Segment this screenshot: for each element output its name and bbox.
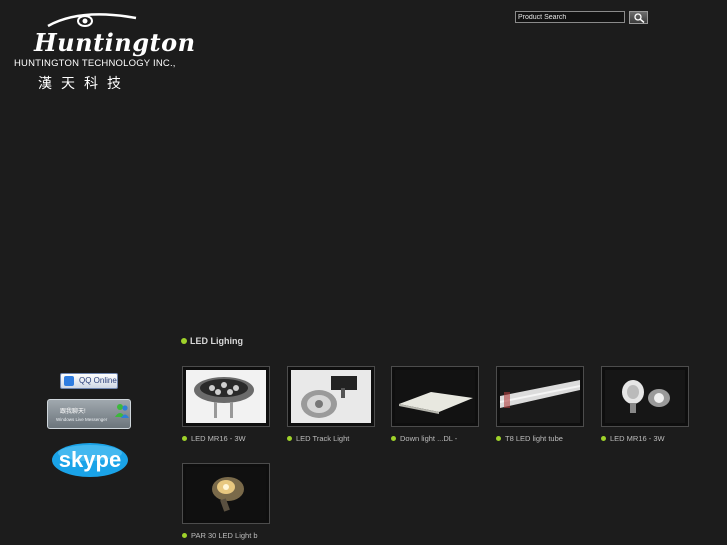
- msn-buddy-icon: [115, 404, 129, 418]
- skype-button[interactable]: skype: [50, 441, 130, 479]
- qq-label: QQ Online: [79, 376, 117, 385]
- product-caption[interactable]: PAR 30 LED Light b: [182, 531, 258, 540]
- section-title: LED Lighing: [181, 336, 243, 346]
- bullet-icon: [182, 435, 187, 441]
- product-thumbnail[interactable]: [496, 366, 584, 427]
- magnifier-icon: [634, 13, 645, 23]
- bullet-icon: [496, 435, 501, 441]
- msn-chat-button[interactable]: 跟我聊天! Windows Live Messenger: [47, 399, 131, 429]
- product-caption[interactable]: LED MR16 - 3W: [182, 434, 246, 443]
- product-image: [500, 370, 580, 423]
- product-image: [186, 370, 266, 423]
- product-caption-text: LED Track Light: [296, 434, 350, 443]
- product-image: [291, 370, 371, 423]
- product-caption[interactable]: LED Track Light: [287, 434, 349, 443]
- product-image: [395, 370, 475, 423]
- skype-label: skype: [59, 447, 121, 472]
- bullet-icon: [182, 532, 187, 538]
- product-caption[interactable]: T8 LED light tube: [496, 434, 563, 443]
- product-image: [605, 370, 685, 423]
- company-chinese-name: 漢天科技: [38, 75, 130, 91]
- product-thumbnail[interactable]: [182, 366, 270, 427]
- msn-brand-text: Windows Live Messenger: [56, 417, 108, 422]
- product-caption-text: PAR 30 LED Light b: [191, 531, 258, 540]
- skype-icon: skype: [52, 443, 128, 477]
- product-caption[interactable]: LED MR16 - 3W: [601, 434, 665, 443]
- bullet-icon: [287, 435, 292, 441]
- product-caption-text: Down light ...DL -: [400, 434, 458, 443]
- search-input[interactable]: [515, 11, 625, 23]
- product-thumbnail[interactable]: [182, 463, 270, 524]
- product-thumbnail[interactable]: [601, 366, 689, 427]
- product-thumbnail[interactable]: [391, 366, 479, 427]
- product-search: [515, 11, 648, 25]
- product-image: [186, 467, 266, 520]
- qq-icon: [64, 376, 74, 386]
- search-button[interactable]: [629, 11, 648, 24]
- product-caption-text: LED MR16 - 3W: [191, 434, 246, 443]
- company-name: HUNTINGTON TECHNOLOGY INC.,: [14, 58, 176, 69]
- product-caption-text: T8 LED light tube: [505, 434, 563, 443]
- product-caption-text: LED MR16 - 3W: [610, 434, 665, 443]
- bullet-icon: [601, 435, 606, 441]
- bullet-icon: [391, 435, 396, 441]
- company-logo[interactable]: Huntington HUNTINGTON TECHNOLOGY INC., 漢…: [14, 12, 195, 92]
- bullet-icon: [181, 337, 187, 344]
- section-title-text: LED Lighing: [190, 336, 243, 346]
- product-thumbnail[interactable]: [287, 366, 375, 427]
- logo-wordmark: Huntington: [34, 28, 196, 57]
- product-caption[interactable]: Down light ...DL -: [391, 434, 457, 443]
- msn-chat-text: 跟我聊天!: [60, 409, 86, 415]
- qq-online-button[interactable]: QQ Online: [60, 373, 118, 389]
